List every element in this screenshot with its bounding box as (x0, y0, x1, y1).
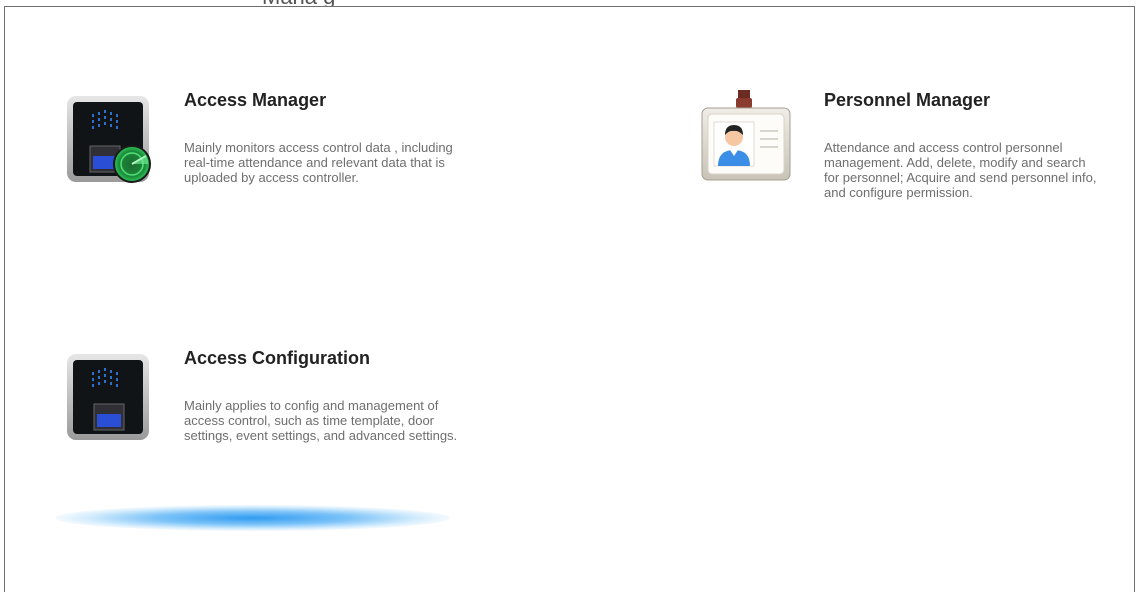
access-terminal-icon[interactable] (62, 348, 158, 444)
module-description: Attendance and access control personnel … (824, 140, 1097, 200)
module-title[interactable]: Access Manager (184, 90, 326, 111)
module-title[interactable]: Personnel Manager (824, 90, 990, 111)
page: Mana g (0, 0, 1139, 592)
hover-highlight-glow (55, 505, 450, 531)
module-description: Mainly applies to config and management … (184, 398, 458, 443)
id-badge-icon[interactable] (700, 90, 796, 186)
access-terminal-radar-icon[interactable] (62, 90, 158, 186)
module-title[interactable]: Access Configuration (184, 348, 370, 369)
module-description: Mainly monitors access control data , in… (184, 140, 453, 185)
